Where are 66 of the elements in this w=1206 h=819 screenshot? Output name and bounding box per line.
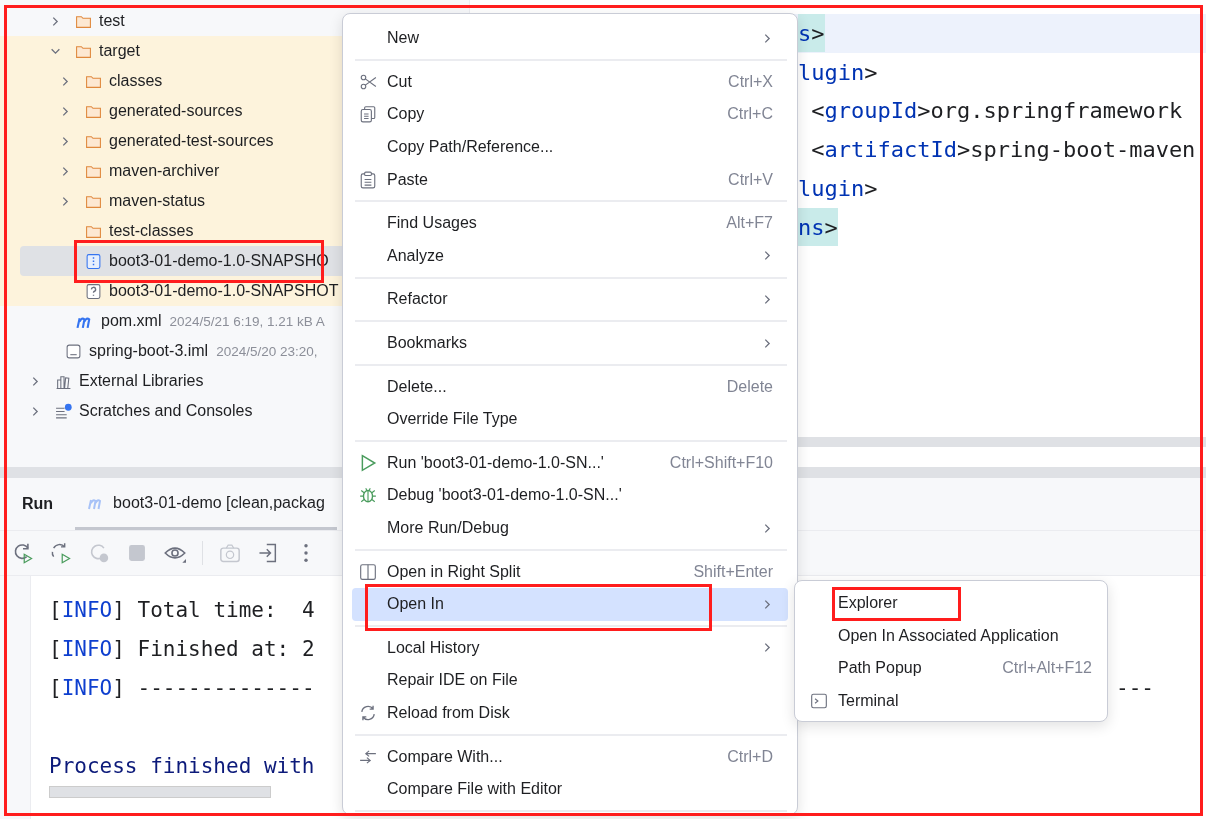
rerun-failed-icon[interactable] [50, 542, 72, 564]
code-line: <artifactId>spring-boot-maven [810, 136, 1196, 165]
shortcut: Ctrl+X [728, 72, 773, 91]
menu-item[interactable]: Cut Ctrl+X [343, 65, 788, 99]
menu-item[interactable]: New [343, 22, 788, 55]
menu-item[interactable]: Debug 'boot3-01-demo-1.0-SN...' [343, 479, 788, 512]
reload-icon [359, 704, 377, 722]
bug-icon [359, 486, 377, 505]
shortcut: Ctrl+Shift+F10 [669, 453, 773, 472]
chevron-icon[interactable] [60, 135, 71, 147]
menu-item[interactable]: Local History [343, 631, 788, 665]
menu-item[interactable]: More Run/Debug [343, 511, 788, 545]
menu-item[interactable]: Run 'boot3-01-demo-1.0-SN...' Ctrl+Shift+F10 [343, 446, 788, 480]
shortcut: Ctrl+Alt+F12 [1002, 659, 1092, 678]
menu-item[interactable]: Reload from Disk [343, 696, 788, 730]
shortcut: Delete [726, 377, 773, 396]
file-meta: 2024/5/20 23:20, [216, 343, 318, 359]
compare-icon [359, 747, 377, 766]
console-line: --- [1116, 675, 1154, 700]
scratches-icon [55, 402, 72, 420]
chevron-icon[interactable] [30, 375, 41, 387]
panel-title: Run [21, 494, 55, 514]
menu-item[interactable]: Compare With... Ctrl+D [343, 740, 788, 773]
menu-item[interactable]: Override File Type [343, 402, 788, 436]
console-line: Process finished with [49, 753, 315, 778]
menu-item[interactable]: Compare File with Editor [343, 772, 788, 806]
chevron-icon[interactable] [60, 165, 71, 177]
shortcut: Alt+F7 [726, 214, 773, 233]
menu-item[interactable]: Open In Associated Application [795, 619, 1107, 652]
menu-item[interactable]: Open in Right Split Shift+Enter [343, 555, 788, 588]
shortcut: Ctrl+V [728, 170, 773, 189]
console-line: [INFO] Total time: 4 [49, 597, 315, 622]
menu-item[interactable]: Delete... Delete [343, 370, 788, 403]
scrollbar[interactable] [49, 786, 271, 798]
chevron-icon[interactable] [50, 15, 61, 27]
module-file-icon [65, 342, 82, 360]
code-line: <groupId>org.springframework [810, 97, 1183, 126]
chevron-icon[interactable] [30, 405, 41, 417]
scissors-icon [359, 72, 377, 91]
copy-icon [359, 105, 377, 124]
split-icon [359, 562, 377, 581]
menu-item[interactable]: Copy Ctrl+C [343, 98, 788, 131]
chevron-icon[interactable] [60, 195, 71, 207]
menu-item[interactable]: Explorer [795, 587, 1107, 620]
shortcut: Ctrl+D [727, 747, 773, 766]
menu-item[interactable]: Path Popup Ctrl+Alt+F12 [795, 652, 1107, 685]
play-icon [359, 453, 377, 472]
menu-item[interactable]: Open In [352, 587, 788, 621]
shortcut: Shift+Enter [693, 562, 773, 581]
console-line: [INFO] Finished at: 2 [49, 636, 315, 661]
unknown-file-icon [85, 282, 102, 300]
chevron-icon[interactable] [60, 75, 71, 87]
shortcut: Ctrl+C [727, 105, 773, 124]
console-line: [INFO] -------------- [49, 675, 315, 700]
rerun-icon[interactable] [12, 542, 34, 564]
menu-item[interactable]: Repair IDE on File [343, 664, 788, 697]
menu-item[interactable]: Copy Path/Reference... [343, 130, 788, 164]
paste-icon [359, 170, 377, 189]
code-line: lugin> [798, 58, 878, 87]
chevron-icon[interactable] [60, 105, 71, 117]
menu-item[interactable]: Terminal [795, 684, 1107, 717]
exit-icon[interactable] [257, 542, 279, 564]
archive-file-icon [85, 252, 102, 270]
code-line: lugin> [798, 175, 878, 204]
terminal-icon [810, 691, 828, 710]
file-meta: 2024/5/21 6:19, 1.21 kB A [169, 313, 325, 329]
